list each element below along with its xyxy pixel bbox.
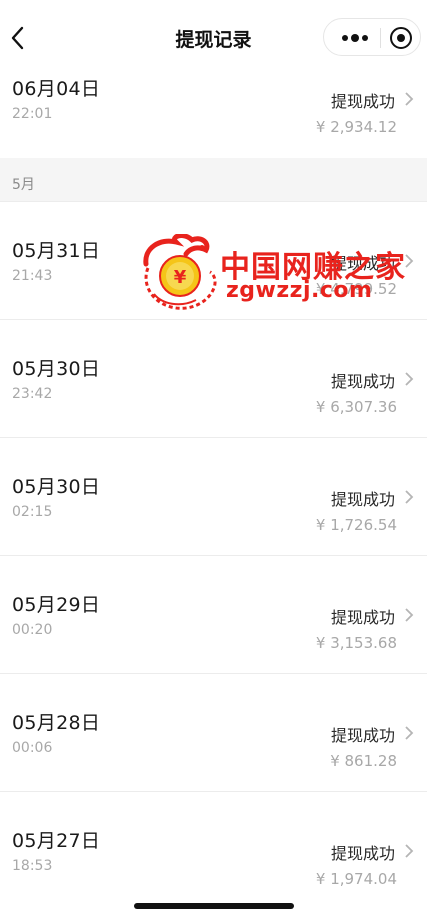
home-indicator (134, 903, 294, 909)
record-status: 提现成功 (330, 92, 395, 111)
record-amount: ¥ 6,307.36 (315, 398, 397, 416)
record-date: 05月30日 (12, 358, 101, 380)
record-amount: ¥ 861.28 (330, 752, 397, 770)
chevron-right-icon (405, 844, 414, 858)
watermark-url: zgwzzj.com (226, 278, 373, 303)
record-item[interactable]: 05月27日 18:53 提现成功 ¥ 1,974.04 (0, 792, 427, 909)
record-time: 02:15 (12, 504, 53, 520)
record-item[interactable]: 05月30日 23:42 提现成功 ¥ 6,307.36 (0, 320, 427, 438)
record-amount: ¥ 1,974.04 (315, 870, 397, 888)
record-time: 22:01 (12, 106, 53, 122)
chevron-right-icon (405, 608, 414, 622)
record-item[interactable]: 05月30日 02:15 提现成功 ¥ 1,726.54 (0, 438, 427, 556)
record-amount: ¥ 1,726.54 (315, 516, 397, 534)
record-status: 提现成功 (330, 608, 395, 627)
record-time: 00:20 (12, 622, 53, 638)
record-date: 05月28日 (12, 712, 101, 734)
record-time: 23:42 (12, 386, 53, 402)
chevron-right-icon (405, 92, 414, 106)
chevron-right-icon (405, 372, 414, 386)
record-status: 提现成功 (330, 726, 395, 745)
record-amount: ¥ 2,934.12 (315, 118, 397, 136)
record-item[interactable]: 05月29日 00:20 提现成功 ¥ 3,153.68 (0, 556, 427, 674)
record-status: 提现成功 (330, 372, 395, 391)
watermark: ¥ 中国网赚之家 zgwzzj.com (140, 234, 405, 314)
record-date: 05月29日 (12, 594, 101, 616)
record-date: 05月27日 (12, 830, 101, 852)
record-amount: ¥ 3,153.68 (315, 634, 397, 652)
record-date: 05月30日 (12, 476, 101, 498)
navigation-bar: 提现记录 (0, 0, 427, 72)
target-close-icon[interactable] (390, 27, 412, 49)
svg-text:¥: ¥ (174, 267, 187, 288)
record-date: 06月04日 (12, 78, 101, 100)
record-status: 提现成功 (330, 490, 395, 509)
capsule-divider (380, 28, 381, 48)
record-status: 提现成功 (330, 844, 395, 863)
chevron-right-icon (405, 490, 414, 504)
dragon-coin-logo-icon: ¥ (143, 234, 217, 310)
month-header: 5月 (0, 158, 427, 202)
more-dots-icon[interactable] (338, 19, 372, 57)
record-time: 00:06 (12, 740, 53, 756)
record-item[interactable]: 05月28日 00:06 提现成功 ¥ 861.28 (0, 674, 427, 792)
month-label: 5月 (12, 177, 35, 193)
mini-program-capsule (323, 18, 421, 56)
chevron-right-icon (405, 726, 414, 740)
record-time: 21:43 (12, 268, 53, 284)
record-time: 18:53 (12, 858, 53, 874)
record-date: 05月31日 (12, 240, 101, 262)
